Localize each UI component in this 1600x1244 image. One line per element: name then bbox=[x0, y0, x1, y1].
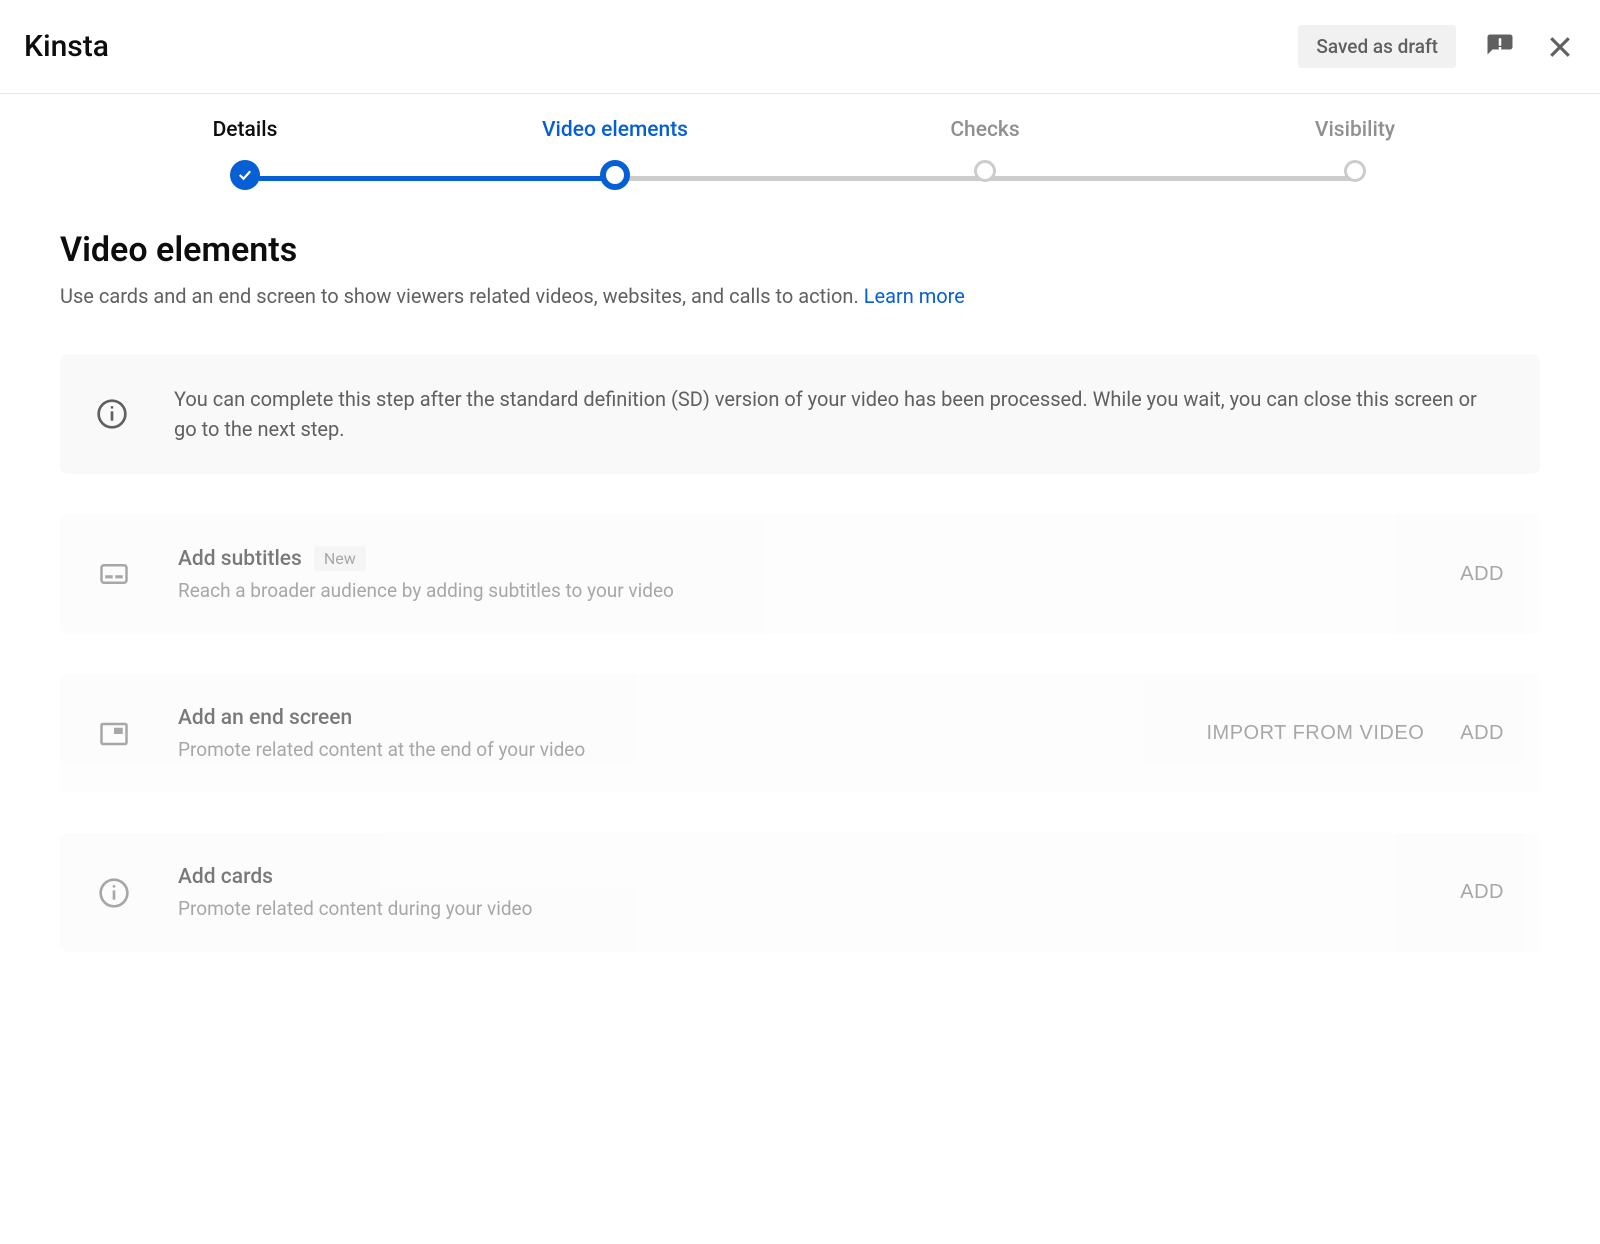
add-cards-card: Add cards Promote related content during… bbox=[60, 833, 1540, 952]
processing-notice: You can complete this step after the sta… bbox=[60, 354, 1540, 474]
close-icon[interactable] bbox=[1544, 31, 1576, 63]
feedback-icon[interactable] bbox=[1484, 31, 1516, 63]
add-cards-title: Add cards bbox=[178, 865, 273, 889]
import-from-video-button[interactable]: IMPORT FROM VIDEO bbox=[1206, 722, 1424, 745]
add-end-screen-title: Add an end screen bbox=[178, 706, 352, 730]
learn-more-link[interactable]: Learn more bbox=[864, 284, 965, 308]
add-cards-desc: Promote related content during your vide… bbox=[178, 897, 1414, 920]
step-checks[interactable]: Checks bbox=[800, 118, 1170, 182]
end-screen-icon bbox=[96, 716, 132, 752]
info-icon bbox=[96, 875, 132, 911]
add-end-screen-desc: Promote related content at the end of yo… bbox=[178, 738, 1160, 761]
subtitles-icon bbox=[96, 556, 132, 592]
step-details[interactable]: Details bbox=[60, 118, 430, 190]
page-description: Use cards and an end screen to show view… bbox=[60, 284, 1540, 308]
add-subtitles-card: Add subtitles New Reach a broader audien… bbox=[60, 514, 1540, 634]
upload-stepper: Details Video elements Checks Visibility bbox=[0, 94, 1600, 190]
video-title: Kinsta bbox=[24, 29, 1298, 64]
step-visibility[interactable]: Visibility bbox=[1170, 118, 1540, 182]
page-title: Video elements bbox=[60, 230, 1540, 270]
processing-notice-text: You can complete this step after the sta… bbox=[174, 384, 1504, 444]
check-icon bbox=[230, 160, 260, 190]
header: Kinsta Saved as draft bbox=[0, 0, 1600, 94]
add-end-screen-button[interactable]: ADD bbox=[1460, 722, 1504, 745]
main-content: Video elements Use cards and an end scre… bbox=[0, 190, 1600, 1032]
new-badge: New bbox=[314, 546, 366, 571]
add-cards-button[interactable]: ADD bbox=[1460, 881, 1504, 904]
add-subtitles-title: Add subtitles bbox=[178, 547, 302, 571]
info-icon bbox=[96, 398, 128, 430]
saved-status-badge: Saved as draft bbox=[1298, 25, 1456, 68]
add-subtitles-button[interactable]: ADD bbox=[1460, 563, 1504, 586]
add-end-screen-card: Add an end screen Promote related conten… bbox=[60, 674, 1540, 793]
add-subtitles-desc: Reach a broader audience by adding subti… bbox=[178, 579, 1414, 602]
